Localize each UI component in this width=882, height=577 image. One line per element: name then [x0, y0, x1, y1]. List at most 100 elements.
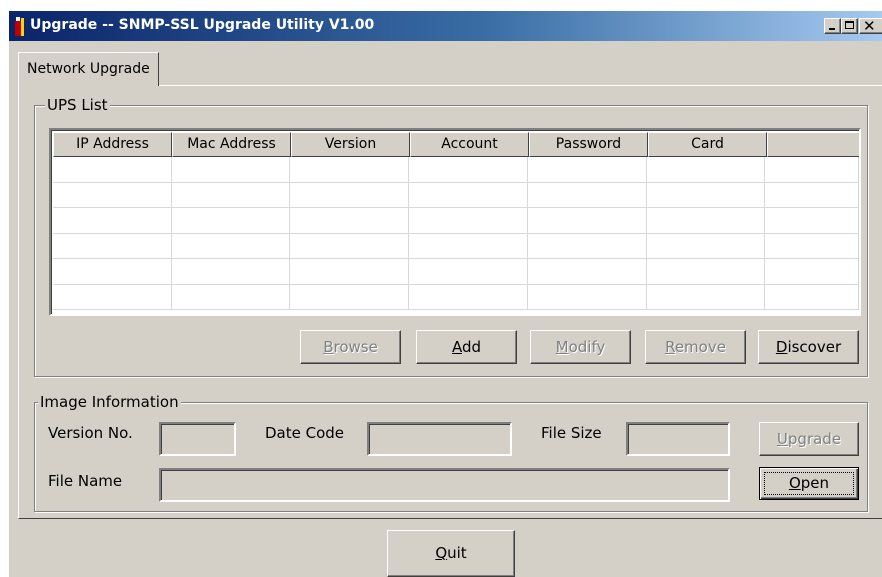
minimize-icon	[829, 28, 835, 30]
ups-list-label: UPS List	[45, 96, 110, 114]
button-label-rest: dd	[461, 338, 482, 356]
table-cell	[290, 233, 410, 258]
app-window: Upgrade -- SNMP-SSL Upgrade Utility V1.0…	[8, 10, 882, 577]
table-cell	[647, 208, 766, 233]
table-cell	[172, 208, 291, 233]
table-cell	[409, 233, 528, 258]
date-code-label: Date Code	[265, 424, 345, 442]
image-info-label: Image Information	[38, 393, 181, 411]
table-cell	[647, 284, 766, 309]
table-cell	[765, 284, 859, 309]
title-bar[interactable]: Upgrade -- SNMP-SSL Upgrade Utility V1.0…	[9, 11, 882, 41]
table-cell	[172, 157, 291, 182]
window-title: Upgrade -- SNMP-SSL Upgrade Utility V1.0…	[30, 17, 375, 33]
tab-panel: UPS List IP Address Mac Address Version …	[18, 85, 882, 519]
button-label-rest: uit	[447, 544, 467, 562]
table-cell	[409, 182, 528, 207]
table-cell	[53, 182, 172, 207]
table-cell	[409, 208, 528, 233]
close-icon: ✕	[863, 17, 876, 35]
table-row[interactable]	[53, 233, 859, 259]
ups-list-group: UPS List IP Address Mac Address Version …	[34, 96, 868, 377]
table-cell	[290, 157, 410, 182]
table-cell	[290, 182, 410, 207]
button-label-rest: pgrade	[787, 430, 842, 448]
upgrade-button[interactable]: Upgrade	[759, 422, 859, 456]
column-header-mac-address[interactable]: Mac Address	[172, 132, 291, 157]
table-cell	[290, 208, 410, 233]
button-label-rest: odify	[568, 338, 606, 356]
table-row[interactable]	[53, 157, 859, 183]
table-cell	[53, 259, 172, 284]
mnemonic-char: U	[776, 430, 788, 448]
mnemonic-char: Q	[435, 544, 448, 562]
table-cell	[53, 208, 172, 233]
table-cell	[290, 259, 410, 284]
table-cell	[647, 157, 766, 182]
column-header-ip-address[interactable]: IP Address	[53, 132, 172, 157]
table-cell	[765, 259, 859, 284]
table-cell	[765, 182, 859, 207]
table-cell	[528, 284, 647, 309]
mnemonic-char: D	[775, 338, 788, 356]
date-code-field[interactable]	[367, 422, 512, 456]
browse-button[interactable]: Browse	[300, 330, 401, 364]
discover-button[interactable]: Discover	[758, 330, 859, 364]
table-cell	[172, 284, 291, 309]
column-header-blank[interactable]	[767, 132, 859, 157]
ups-list-table[interactable]: IP Address Mac Address Version Account P…	[49, 128, 861, 316]
table-cell	[765, 157, 859, 182]
table-cell	[528, 233, 647, 258]
focus-rect	[764, 472, 854, 495]
tab-label: Network Upgrade	[27, 61, 150, 77]
add-button[interactable]: Add	[416, 330, 517, 364]
mnemonic-char: B	[323, 338, 334, 356]
mnemonic-char: R	[665, 338, 675, 356]
table-row[interactable]	[53, 182, 859, 208]
table-cell	[172, 182, 291, 207]
button-label-rest: rowse	[333, 338, 378, 356]
table-cell	[172, 259, 291, 284]
mnemonic-char: A	[451, 338, 462, 356]
modify-button[interactable]: Modify	[530, 330, 631, 364]
table-cell	[765, 233, 859, 258]
table-cell	[528, 157, 647, 182]
table-row[interactable]	[53, 284, 859, 310]
table-cell	[765, 208, 859, 233]
remove-button[interactable]: Remove	[645, 330, 746, 364]
maximize-button[interactable]	[841, 18, 858, 34]
quit-button[interactable]: Quit	[387, 530, 515, 577]
table-cell	[647, 259, 766, 284]
column-header-version[interactable]: Version	[291, 132, 410, 157]
table-cell	[528, 259, 647, 284]
column-header-password[interactable]: Password	[529, 132, 648, 157]
table-row[interactable]	[53, 259, 859, 285]
column-header-card[interactable]: Card	[648, 132, 767, 157]
app-icon	[15, 17, 24, 36]
table-cell	[53, 284, 172, 309]
file-size-label: File Size	[541, 424, 602, 442]
tab-network-upgrade[interactable]: Network Upgrade	[18, 52, 159, 86]
table-cell	[409, 284, 528, 309]
version-no-label: Version No.	[48, 424, 133, 442]
table-cell	[409, 157, 528, 182]
table-cell	[172, 233, 291, 258]
table-cell	[409, 259, 528, 284]
table-cell	[647, 233, 766, 258]
file-name-field[interactable]	[159, 468, 730, 502]
column-header-account[interactable]: Account	[410, 132, 529, 157]
table-cell	[528, 208, 647, 233]
close-button[interactable]: ✕	[859, 17, 882, 35]
maximize-icon	[845, 21, 854, 29]
table-row[interactable]	[53, 208, 859, 234]
table-cell	[290, 284, 410, 309]
button-label-rest: emove	[674, 338, 726, 356]
table-cell	[53, 233, 172, 258]
file-size-field[interactable]	[626, 422, 730, 456]
version-no-field[interactable]	[159, 422, 236, 456]
image-info-group: Image Information Version No. Date Code …	[34, 393, 868, 512]
open-button[interactable]: Open	[759, 467, 859, 500]
mnemonic-char: M	[555, 338, 569, 356]
file-name-label: File Name	[48, 472, 123, 490]
minimize-button[interactable]	[824, 18, 841, 34]
